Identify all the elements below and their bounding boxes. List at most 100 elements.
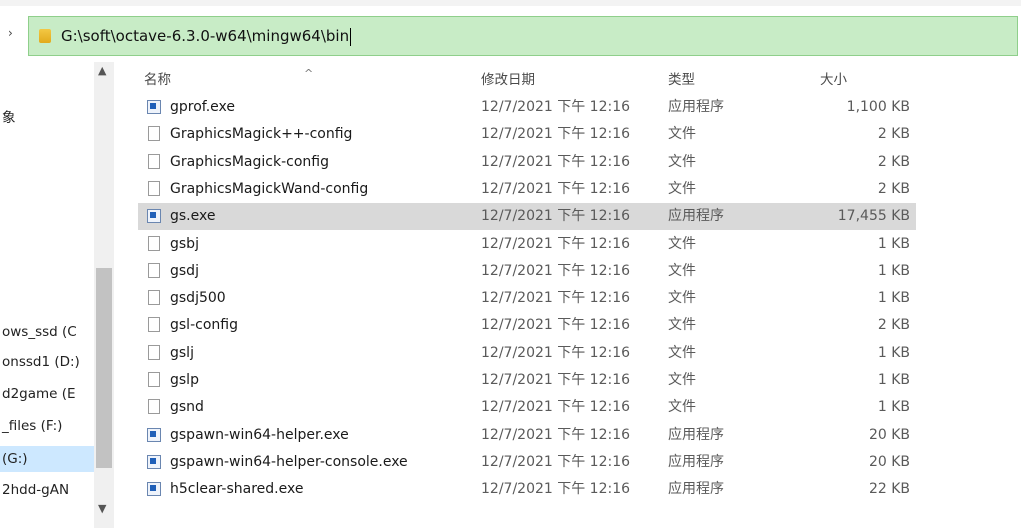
file-type: 应用程序 (668, 453, 724, 470)
file-row[interactable]: gsl-config 12/7/2021 下午 12:16 文件 2 KB (138, 312, 916, 339)
file-name: gsl-config (170, 317, 238, 334)
document-icon (148, 153, 160, 169)
document-icon (148, 344, 160, 360)
file-icon-cell (147, 258, 163, 285)
nav-item-objects[interactable]: 象 (0, 106, 94, 126)
file-type: 文件 (668, 290, 696, 307)
application-icon (147, 454, 161, 469)
file-date: 12/7/2021 下午 12:16 (481, 99, 631, 115)
sort-ascending-icon: ^ (304, 67, 314, 80)
file-name: GraphicsMagick++-config (170, 126, 353, 143)
file-date: 12/7/2021 下午 12:16 (481, 290, 631, 307)
file-name: gprof.exe (170, 99, 235, 115)
document-icon (148, 235, 160, 251)
file-icon-cell (147, 367, 163, 394)
file-type: 文件 (668, 180, 696, 197)
file-row[interactable]: gspawn-win64-helper.exe 12/7/2021 下午 12:1… (138, 422, 916, 449)
file-icon-cell (147, 149, 163, 176)
nav-item-drive-g[interactable]: (G:) (0, 446, 94, 472)
file-icon-cell (147, 394, 163, 421)
file-size: 2 KB (877, 180, 910, 197)
file-row[interactable]: h5clear-shared.exe 12/7/2021 下午 12:16 应用程序… (138, 476, 916, 503)
file-type: 文件 (668, 372, 696, 388)
file-icon-cell (147, 449, 163, 476)
file-date: 12/7/2021 下午 12:16 (481, 180, 631, 197)
file-icon-cell (147, 312, 163, 339)
application-icon (147, 427, 161, 442)
nav-item-drive-f[interactable]: _files (F:) (0, 418, 94, 434)
file-icon-cell (147, 176, 163, 203)
file-icon-cell (147, 203, 163, 230)
file-type: 文件 (668, 262, 696, 279)
file-type: 文件 (668, 235, 696, 252)
file-name: gslp (170, 372, 199, 388)
file-row[interactable]: gspawn-win64-helper-console.exe 12/7/2021… (138, 449, 916, 476)
file-size: 2 KB (877, 317, 910, 334)
file-list: 名称 ^ 修改日期 类型 大小 gprof.exe 12/7/2021 下午 12… (138, 62, 928, 528)
file-date: 12/7/2021 下午 12:16 (481, 262, 631, 279)
file-date: 12/7/2021 下午 12:16 (481, 426, 631, 443)
document-icon (148, 399, 160, 415)
file-row[interactable]: gs.exe 12/7/2021 下午 12:16 应用程序 17,455 KB (138, 203, 916, 231)
scroll-up-icon[interactable]: ▲ (98, 64, 106, 77)
file-size: 2 KB (877, 126, 910, 143)
text-caret (350, 27, 352, 46)
file-date: 12/7/2021 下午 12:16 (481, 453, 631, 470)
file-row[interactable]: GraphicsMagick-config 12/7/2021 下午 12:16 文… (138, 149, 916, 176)
file-name: gsdj (170, 262, 199, 279)
file-date: 12/7/2021 下午 12:16 (481, 317, 631, 334)
expand-arrow-icon[interactable]: › (8, 26, 13, 40)
file-row[interactable]: gsdj500 12/7/2021 下午 12:16 文件 1 KB (138, 285, 916, 312)
file-size: 1 KB (877, 290, 910, 307)
file-icon-cell (147, 121, 163, 148)
file-type: 应用程序 (668, 426, 724, 443)
document-icon (148, 126, 160, 142)
document-icon (148, 180, 160, 196)
file-name: gsnd (170, 399, 204, 416)
file-row[interactable]: gsnd 12/7/2021 下午 12:16 文件 1 KB (138, 394, 916, 421)
file-size: 1 KB (877, 344, 910, 361)
file-size: 1 KB (877, 399, 910, 416)
file-icon-cell (147, 340, 163, 367)
address-bar[interactable]: G:\soft\octave-6.3.0-w64\mingw64\bin (28, 16, 1018, 56)
column-header-name[interactable]: 名称 ^ (144, 66, 313, 94)
file-date: 12/7/2021 下午 12:16 (481, 399, 631, 416)
file-row[interactable]: gsbj 12/7/2021 下午 12:16 文件 1 KB (138, 231, 916, 258)
scroll-down-icon[interactable]: ▼ (98, 502, 106, 515)
file-row[interactable]: gprof.exe 12/7/2021 下午 12:16 应用程序 1,100 KB (138, 94, 916, 121)
file-size: 1 KB (877, 235, 910, 252)
file-date: 12/7/2021 下午 12:16 (481, 481, 631, 498)
column-header-date[interactable]: 修改日期 (481, 66, 535, 94)
column-header-size[interactable]: 大小 (820, 66, 847, 94)
file-date: 12/7/2021 下午 12:16 (481, 126, 631, 143)
file-row[interactable]: gsdj 12/7/2021 下午 12:16 文件 1 KB (138, 258, 916, 285)
file-name: gs.exe (170, 208, 216, 225)
file-icon-cell (147, 476, 163, 503)
file-name: gspawn-win64-helper-console.exe (170, 453, 408, 470)
nav-item-drive-e[interactable]: d2game (E (0, 386, 94, 402)
nav-item-drive-c[interactable]: ows_ssd (C (0, 324, 94, 340)
file-icon-cell (147, 94, 163, 121)
address-input[interactable]: G:\soft\octave-6.3.0-w64\mingw64\bin (61, 27, 352, 46)
file-icon-cell (147, 285, 163, 312)
scrollbar-thumb[interactable] (96, 268, 112, 468)
nav-item-drive-d[interactable]: onssd1 (D:) (0, 354, 94, 370)
file-date: 12/7/2021 下午 12:16 (481, 235, 631, 252)
file-size: 22 KB (868, 481, 910, 498)
file-name: gsbj (170, 235, 199, 252)
column-header-type[interactable]: 类型 (668, 66, 695, 94)
application-icon (147, 100, 161, 114)
nav-scrollbar[interactable]: ▲ ▼ (94, 62, 114, 528)
file-type: 文件 (668, 126, 696, 143)
address-row: › G:\soft\octave-6.3.0-w64\mingw64\bin (0, 6, 1021, 62)
file-name: GraphicsMagickWand-config (170, 180, 369, 197)
file-size: 1 KB (877, 262, 910, 279)
document-icon (148, 262, 160, 278)
folder-icon (39, 29, 51, 43)
file-row[interactable]: gslp 12/7/2021 下午 12:16 文件 1 KB (138, 367, 916, 394)
nav-item-drive-h[interactable]: 2hdd-gAN (0, 482, 94, 498)
file-row[interactable]: GraphicsMagick++-config 12/7/2021 下午 12:1… (138, 121, 916, 148)
file-row[interactable]: gslj 12/7/2021 下午 12:16 文件 1 KB (138, 340, 916, 367)
file-size: 1 KB (877, 372, 910, 388)
file-row[interactable]: GraphicsMagickWand-config 12/7/2021 下午 12… (138, 176, 916, 203)
